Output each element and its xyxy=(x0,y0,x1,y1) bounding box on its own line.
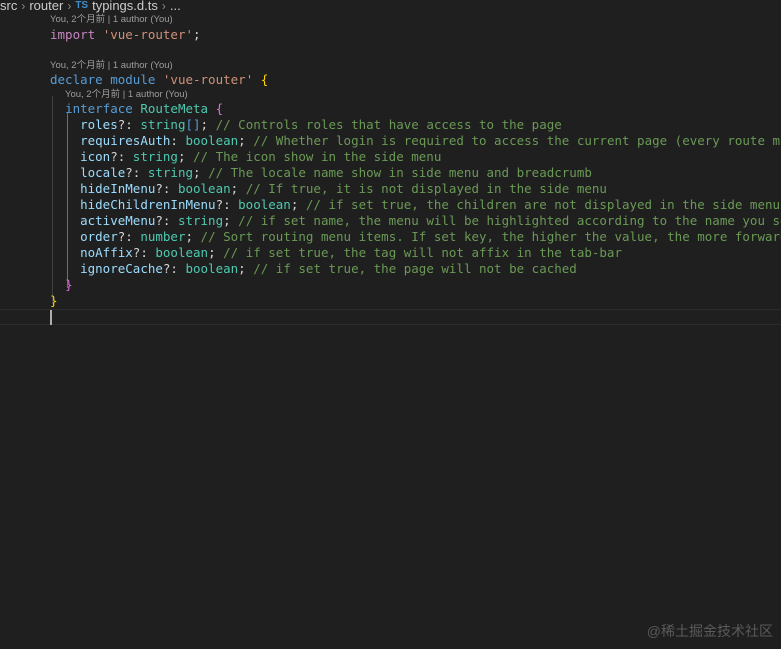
token-brace: } xyxy=(65,277,73,292)
token-property: locale xyxy=(80,165,126,180)
line-content: } xyxy=(50,277,73,293)
token-property: order xyxy=(80,229,118,244)
token-type: number xyxy=(140,229,186,244)
token-property: hideInMenu xyxy=(80,181,156,196)
token-punctuation: ; xyxy=(193,27,201,42)
line-content: declare module 'vue-router' { xyxy=(50,72,268,88)
token-type: string xyxy=(177,213,224,228)
token-property: requiresAuth xyxy=(80,133,171,148)
code-line: 12 order?: number; // Sort routing menu … xyxy=(0,229,781,245)
token-string: 'vue-router' xyxy=(162,72,254,87)
breadcrumb: src › router › TS typings.d.ts › ... xyxy=(0,0,181,12)
breadcrumb-router[interactable]: router xyxy=(29,0,63,12)
token-type: string xyxy=(132,149,178,164)
line-content: order?: number; // Sort routing menu ite… xyxy=(50,229,781,245)
token-type: boolean xyxy=(177,181,231,196)
token-type: boolean xyxy=(155,245,209,260)
editor-window: src › router › TS typings.d.ts › ... You… xyxy=(0,0,781,649)
token-property: activeMenu xyxy=(80,213,156,228)
token-comment: // if set true, the tag will not affix i… xyxy=(223,245,622,260)
watermark: @稀土掘金技术社区 xyxy=(646,623,773,639)
code-line: 14 ignoreCache?: boolean; // if set true… xyxy=(0,261,781,277)
line-content: noAffix?: boolean; // if set true, the t… xyxy=(80,245,622,260)
token-brace: { xyxy=(260,72,269,87)
token-keyword: import xyxy=(50,27,96,42)
token-property: hideChildrenInMenu xyxy=(80,197,216,212)
token-comment: // The locale name show in side menu and… xyxy=(208,165,592,180)
code-editor[interactable]: You, 2个月前 | 1 author (You) 1 import 'vue… xyxy=(0,12,781,649)
chevron-right-icon: › xyxy=(21,0,26,13)
token-property: ignoreCache xyxy=(80,261,163,276)
token-type: RouteMeta xyxy=(140,101,209,116)
code-line: 16 } xyxy=(0,293,781,309)
token-keyword: declare xyxy=(50,72,103,87)
token-comment: // if set name, the menu will be highlig… xyxy=(238,213,781,228)
breadcrumb-file[interactable]: typings.d.ts xyxy=(92,0,158,12)
code-line: 7 icon?: string; // The icon show in the… xyxy=(0,149,781,165)
line-content: ignoreCache?: boolean; // if set true, t… xyxy=(80,261,577,276)
codelens-author[interactable]: You, 2个月前 | 1 author (You) xyxy=(65,89,188,101)
code-line: 1 import 'vue-router'; xyxy=(0,27,781,43)
token-comment: // if set true, the page will not be cac… xyxy=(253,261,577,276)
breadcrumb-more[interactable]: ... xyxy=(170,0,181,12)
code-line: 6 requiresAuth: boolean; // Whether logi… xyxy=(0,133,781,149)
token-type: string xyxy=(140,117,186,132)
line-content: hideChildrenInMenu?: boolean; // if set … xyxy=(80,197,781,212)
line-content: activeMenu?: string; // if set name, the… xyxy=(50,213,781,229)
line-content: requiresAuth: boolean; // Whether login … xyxy=(50,133,781,149)
code-line: 13 noAffix?: boolean; // if set true, th… xyxy=(0,245,781,261)
token-type: boolean xyxy=(238,197,291,212)
code-line: 4 interface RouteMeta { xyxy=(0,101,781,117)
token-brace: } xyxy=(50,293,58,308)
line-content: } xyxy=(50,293,58,309)
code-line: 10 hideChildrenInMenu?: boolean; // if s… xyxy=(0,197,781,213)
token-comment: // Sort routing menu items. If set key, … xyxy=(200,229,781,244)
current-line[interactable]: 17 xyxy=(0,309,781,325)
codelens-author[interactable]: You, 2个月前 | 1 author (You) xyxy=(50,14,173,26)
token-array-suffix: [] xyxy=(185,117,201,132)
breadcrumb-src[interactable]: src xyxy=(0,0,17,12)
chevron-right-icon: › xyxy=(67,0,72,13)
token-comment: // Controls roles that have access to th… xyxy=(215,117,562,132)
line-content: hideInMenu?: boolean; // If true, it is … xyxy=(80,181,607,196)
token-comment: // if set true, the children are not dis… xyxy=(305,197,781,212)
code-line: 9 hideInMenu?: boolean; // If true, it i… xyxy=(0,181,781,197)
code-line: 5 roles?: string[]; // Controls roles th… xyxy=(0,117,781,133)
token-comment: // If true, it is not displayed in the s… xyxy=(245,181,607,196)
token-keyword: interface xyxy=(65,101,133,116)
line-content: icon?: string; // The icon show in the s… xyxy=(80,149,442,164)
code-line: 15 } xyxy=(0,277,781,293)
codelens-author[interactable]: You, 2个月前 | 1 author (You) xyxy=(50,60,173,72)
token-string: 'vue-router' xyxy=(102,27,193,42)
code-line: 3 declare module 'vue-router' { xyxy=(0,72,781,88)
token-comment: // The icon show in the side menu xyxy=(193,149,442,164)
text-cursor xyxy=(50,310,52,325)
typescript-file-icon: TS xyxy=(75,0,89,11)
line-content: locale?: string; // The locale name show… xyxy=(80,165,592,180)
line-content: roles?: string[]; // Controls roles that… xyxy=(80,117,562,132)
token-brace: { xyxy=(215,101,224,116)
token-comment: // Whether login is required to access t… xyxy=(253,133,781,148)
line-content: import 'vue-router'; xyxy=(50,27,201,43)
code-line: 8 locale?: string; // The locale name sh… xyxy=(0,165,781,181)
token-type: boolean xyxy=(185,261,239,276)
code-line: 11 activeMenu?: string; // if set name, … xyxy=(0,213,781,229)
token-type: string xyxy=(147,165,193,180)
token-property: roles xyxy=(80,117,118,132)
line-content: interface RouteMeta { xyxy=(50,101,223,117)
chevron-right-icon: › xyxy=(161,0,166,13)
token-property: noAffix xyxy=(80,245,133,260)
token-property: icon xyxy=(80,149,111,164)
token-keyword: module xyxy=(110,72,156,87)
token-type: boolean xyxy=(185,133,239,148)
